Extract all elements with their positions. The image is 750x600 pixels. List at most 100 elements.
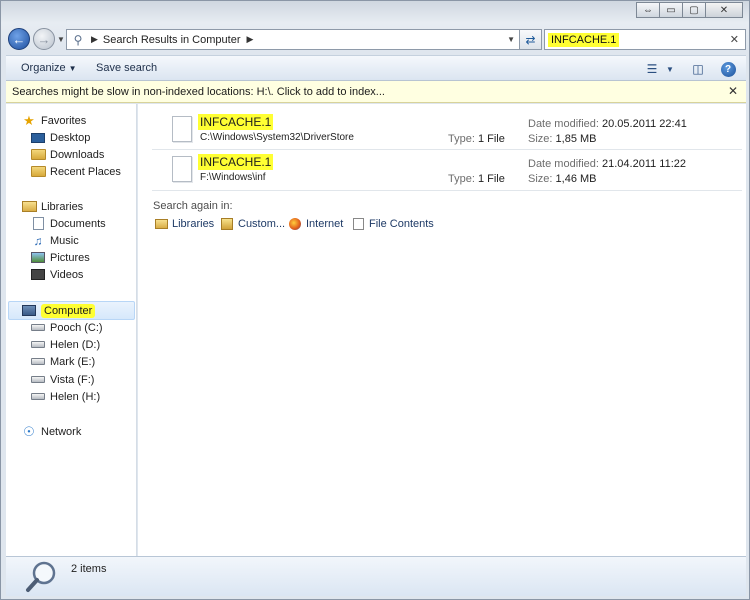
nav-libraries[interactable]: Libraries	[21, 198, 83, 215]
nav-recent-places[interactable]: Recent Places	[30, 163, 121, 180]
nav-computer-label: Computer	[41, 303, 96, 318]
documents-icon	[30, 217, 46, 231]
nav-downloads[interactable]: Downloads	[30, 146, 104, 163]
result-row[interactable]: INFCACHE.1 F:\Windows\inf Type: 1 File D…	[152, 152, 742, 190]
close-button[interactable]: ✕	[705, 2, 743, 18]
drive-c-icon	[30, 321, 46, 335]
help-button[interactable]: ?	[718, 60, 738, 78]
libraries-folder-icon	[154, 218, 168, 230]
minimize-button[interactable]: ▭	[659, 2, 683, 18]
search-folder-icon: ⚲	[73, 32, 83, 47]
address-row: ← → ▼ ⚲ ▶ Search Results in Computer ▶ ▼…	[6, 27, 746, 53]
explorer-window: ⇔ ▭ ▢ ✕ ← → ▼ ⚲ ▶ Search Results in Comp…	[0, 0, 750, 600]
nav-pictures-label: Pictures	[50, 251, 90, 264]
search-again-custom[interactable]: Custom...	[220, 218, 285, 230]
file-icon	[172, 116, 192, 142]
forward-arrow-icon: →	[37, 31, 51, 47]
search-again-custom-label: Custom...	[238, 218, 286, 230]
search-again-title: Search again in:	[153, 200, 233, 212]
view-list-icon: ☰	[646, 62, 658, 76]
search-input[interactable]: INFCACHE.1 ✕	[544, 29, 746, 50]
nav-drive-h[interactable]: Helen (H:)	[30, 388, 100, 405]
preview-pane-button[interactable]: ◫	[688, 60, 708, 78]
back-button[interactable]: ←	[8, 28, 30, 50]
breadcrumb-separator-icon[interactable]: ▶	[91, 34, 98, 45]
result-size: Size: 1,46 MB	[528, 173, 597, 185]
refresh-icon: ⇄	[525, 32, 536, 47]
item-count: 2 items	[71, 563, 107, 575]
nav-recent-places-label: Recent Places	[50, 165, 121, 178]
nav-drive-d-label: Helen (D:)	[50, 338, 101, 351]
nav-videos[interactable]: Videos	[30, 266, 83, 283]
nav-favorites-label: Favorites	[41, 114, 87, 127]
clear-search-icon[interactable]: ✕	[730, 33, 739, 46]
result-row[interactable]: INFCACHE.1 C:\Windows\System32\DriverSto…	[152, 112, 742, 150]
nav-documents[interactable]: Documents	[30, 215, 106, 232]
nav-music-label: Music	[50, 234, 79, 247]
custom-folder-icon	[220, 218, 234, 230]
pictures-icon	[30, 251, 46, 265]
result-file-name[interactable]: INFCACHE.1	[198, 114, 274, 130]
result-file-name[interactable]: INFCACHE.1	[198, 154, 274, 170]
search-again-libraries[interactable]: Libraries	[154, 218, 214, 230]
forward-button[interactable]: →	[33, 28, 55, 50]
drive-h-icon	[30, 390, 46, 404]
result-type: Type: 1 File	[448, 173, 505, 185]
desktop-icon	[30, 131, 46, 145]
nav-drive-e-label: Mark (E:)	[50, 355, 96, 368]
nav-network-label: Network	[41, 425, 82, 438]
view-options-button[interactable]: ☰	[642, 60, 662, 78]
save-search-button[interactable]: Save search	[96, 62, 157, 74]
nav-downloads-label: Downloads	[50, 148, 105, 161]
nav-desktop[interactable]: Desktop	[30, 129, 90, 146]
recent-places-icon	[30, 165, 46, 179]
firefox-icon	[288, 218, 302, 230]
index-info-bar[interactable]: Searches might be slow in non-indexed lo…	[6, 81, 746, 103]
caption-buttons: ⇔ ▭ ▢ ✕	[636, 2, 743, 18]
nav-drive-c[interactable]: Pooch (C:)	[30, 319, 103, 336]
search-again-internet-label: Internet	[306, 218, 344, 230]
videos-icon	[30, 268, 46, 282]
nav-drive-f[interactable]: Vista (F:)	[30, 371, 94, 388]
result-date-modified: Date modified: 21.04.2011 11:22	[528, 158, 687, 170]
nav-music[interactable]: ♫ Music	[30, 232, 79, 249]
organize-button[interactable]: Organize ▼	[21, 62, 77, 74]
nav-pictures[interactable]: Pictures	[30, 249, 90, 266]
computer-icon	[21, 304, 37, 318]
maximize-button[interactable]: ▢	[682, 2, 706, 18]
breadcrumb-chevron-icon[interactable]: ▶	[246, 34, 253, 45]
address-dropdown-icon[interactable]: ▼	[507, 35, 515, 44]
network-icon: ☉	[23, 423, 35, 439]
nav-drive-e[interactable]: Mark (E:)	[30, 353, 95, 370]
view-dropdown-icon[interactable]: ▼	[660, 60, 680, 78]
close-info-bar-icon[interactable]: ✕	[728, 84, 738, 98]
recent-pages-dropdown[interactable]: ▼	[57, 35, 65, 44]
nav-drive-d[interactable]: Helen (D:)	[30, 336, 100, 353]
drive-f-icon	[30, 373, 46, 387]
nav-desktop-label: Desktop	[50, 131, 91, 144]
music-icon: ♫	[33, 233, 43, 248]
search-again-file-contents[interactable]: File Contents	[351, 218, 434, 230]
result-size: Size: 1,85 MB	[528, 133, 597, 145]
search-again-internet[interactable]: Internet	[288, 218, 343, 230]
result-file-path: C:\Windows\System32\DriverStore	[200, 132, 354, 143]
help-icon: ?	[720, 61, 736, 77]
result-divider	[152, 149, 742, 150]
address-bar[interactable]: ⚲ ▶ Search Results in Computer ▶ ▼	[66, 29, 520, 50]
nav-favorites[interactable]: ★ Favorites	[21, 112, 86, 129]
refresh-button[interactable]: ⇄	[520, 29, 542, 50]
info-bar-text: Searches might be slow in non-indexed lo…	[12, 85, 385, 98]
drive-e-icon	[30, 355, 46, 369]
file-contents-icon	[351, 218, 365, 230]
nav-computer[interactable]: Computer	[8, 301, 135, 320]
switch-window-button[interactable]: ⇔	[636, 2, 660, 18]
organize-dropdown-icon: ▼	[68, 64, 77, 73]
nav-network[interactable]: ☉ Network	[21, 423, 81, 440]
save-search-label: Save search	[96, 62, 158, 74]
nav-videos-label: Videos	[50, 268, 84, 281]
libraries-icon	[21, 200, 37, 214]
search-query-text: INFCACHE.1	[548, 32, 620, 47]
breadcrumb-search-results[interactable]: Search Results in Computer	[103, 34, 241, 46]
nav-libraries-label: Libraries	[41, 200, 84, 213]
search-magnifier-icon	[26, 561, 56, 592]
